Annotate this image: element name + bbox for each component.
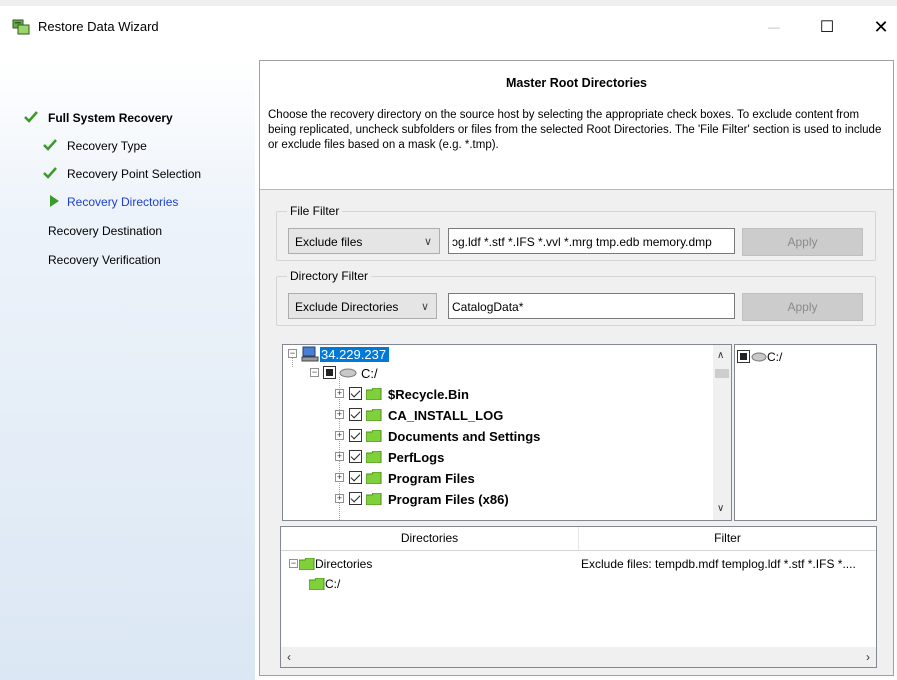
folder-icon [366,409,382,421]
check-icon [43,167,57,179]
drive-icon [751,352,767,362]
directories-filter-grid[interactable]: Directories Filter − Directories Exclude… [280,526,877,668]
folder-checkbox[interactable] [349,471,362,484]
scroll-up-icon[interactable]: ∧ [717,350,724,361]
file-filter-apply-button[interactable]: Apply [742,228,863,256]
directory-filter-mode-select[interactable]: Exclude Directories ∨ [288,293,437,319]
expand-icon[interactable]: + [335,389,344,398]
tree-host-label: 34.229.237 [320,347,390,362]
check-icon [43,139,57,151]
folder-checkbox[interactable] [349,387,362,400]
grid-filter-cell: Exclude files: tempdb.mdf templog.ldf *.… [581,557,856,571]
close-icon: ✕ [873,16,889,37]
folder-label: CA_INSTALL_LOG [388,408,504,423]
close-button[interactable]: ✕ [858,12,897,42]
directory-filter-apply-button[interactable]: Apply [742,293,863,321]
grid-horizontal-scrollbar[interactable]: ‹ › [281,647,876,667]
grid-root-label: Directories [315,557,373,571]
folder-icon [366,430,382,442]
folder-icon [366,388,382,400]
expand-icon[interactable]: + [335,431,344,440]
window-title: Restore Data Wizard [38,19,159,34]
page-header: Master Root Directories Choose the recov… [260,61,893,190]
folder-icon [366,493,382,505]
collapse-icon[interactable]: − [310,368,319,377]
expand-icon[interactable]: + [335,410,344,419]
file-filter-label: File Filter [287,204,343,218]
current-step-arrow-icon [50,195,59,207]
collapse-icon[interactable]: − [288,349,297,358]
drive-checkbox[interactable] [737,350,750,363]
expand-icon[interactable]: + [335,473,344,482]
chevron-down-icon: ∨ [420,301,429,313]
step-label: Recovery Point Selection [67,167,202,181]
step-label: Recovery Destination [48,224,163,238]
folder-checkbox[interactable] [349,450,362,463]
grid-header: Directories Filter [281,527,876,551]
folder-checkbox[interactable] [349,492,362,505]
selected-root-pane[interactable]: C:/ [734,344,877,521]
folder-label: $Recycle.Bin [388,387,469,402]
folder-icon [299,558,315,570]
page-title: Master Root Directories [505,76,647,90]
folder-label: PerfLogs [388,450,445,465]
step-label: Full System Recovery [48,111,173,125]
expand-icon[interactable]: + [335,494,344,503]
tree-vertical-scrollbar[interactable]: ∧ ∨ [713,345,731,520]
file-filter-input-value: ɔg.ldf *.stf *.IFS *.vvl *.mrg tmp.edb m… [452,235,712,249]
chevron-down-icon: ∨ [423,236,432,248]
check-icon [24,111,38,123]
step-label: Recovery Verification [48,253,161,267]
folder-checkbox[interactable] [349,408,362,421]
folder-label: Documents and Settings [388,429,541,444]
wizard-steps-sidebar: Full System Recovery Recovery Type Recov… [0,60,255,680]
scroll-down-icon[interactable]: ∨ [717,503,724,514]
selected-drive-label: C:/ [767,350,783,364]
file-filter-input[interactable]: ɔg.ldf *.stf *.IFS *.vvl *.mrg tmp.edb m… [448,228,735,254]
file-filter-mode-select[interactable]: Exclude files ∨ [288,228,440,254]
restore-wizard-icon [12,19,30,35]
step-label: Recovery Type [67,139,147,153]
directory-filter-group: Directory Filter Exclude Directories ∨ C… [276,269,876,326]
directory-filter-input-value: CatalogData* [452,300,524,314]
directory-filter-input[interactable]: CatalogData* [448,293,735,319]
scroll-right-icon[interactable]: › [866,650,870,664]
scroll-thumb[interactable] [715,369,729,378]
folder-label: Program Files [388,471,475,486]
minimize-button[interactable]: — [751,12,797,42]
column-header-filter[interactable]: Filter [579,527,876,550]
tree-connector [292,357,293,367]
folder-icon [366,451,382,463]
file-filter-mode-value: Exclude files [295,235,363,249]
directory-tree[interactable]: − 34.229.237 − C:/ + $Recycle.Bin + CA_I… [282,344,732,521]
folder-checkbox[interactable] [349,429,362,442]
maximize-button[interactable]: ☐ [804,12,850,42]
drive-icon [339,368,357,378]
scroll-left-icon[interactable]: ‹ [287,650,291,664]
tree-drive-label: C:/ [361,366,378,381]
drive-checkbox[interactable] [323,366,336,379]
folder-label: Program Files (x86) [388,492,509,507]
step-label: Recovery Directories [67,195,179,209]
computer-icon [301,346,319,362]
directory-filter-mode-value: Exclude Directories [295,300,399,314]
collapse-icon[interactable]: − [289,559,298,568]
grid-drive-label: C:/ [325,577,341,591]
directory-filter-label: Directory Filter [287,269,372,283]
page-description: Choose the recovery directory on the sou… [268,109,882,151]
folder-icon [309,578,325,590]
title-bar: Restore Data Wizard — ☐ ✕ [0,6,897,48]
file-filter-group: File Filter Exclude files ∨ ɔg.ldf *.stf… [276,204,876,261]
main-panel: Master Root Directories Choose the recov… [259,60,894,676]
folder-icon [366,472,382,484]
maximize-icon: ☐ [819,19,835,36]
minimize-icon: — [768,20,780,34]
column-header-directories[interactable]: Directories [281,527,579,550]
expand-icon[interactable]: + [335,452,344,461]
